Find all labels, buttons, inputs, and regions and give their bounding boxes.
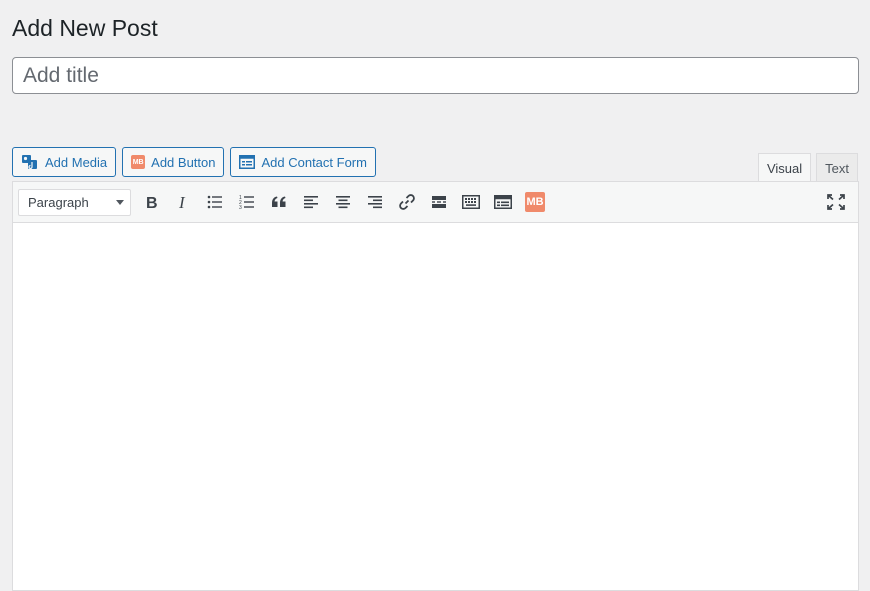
svg-text:3: 3 xyxy=(239,205,242,209)
bulleted-list-icon[interactable] xyxy=(199,188,231,216)
align-left-icon[interactable] xyxy=(295,188,327,216)
mb-badge-icon: MB xyxy=(131,155,146,169)
bold-icon[interactable]: B xyxy=(135,188,167,216)
editor-content-area[interactable] xyxy=(13,223,858,583)
toolbar-toggle-icon[interactable] xyxy=(455,188,487,216)
format-select[interactable]: Paragraph xyxy=(18,188,131,216)
editor: Paragraph B I 1 2 3 MB xyxy=(12,181,859,591)
align-center-icon[interactable] xyxy=(327,188,359,216)
svg-text:B: B xyxy=(146,195,158,210)
link-icon[interactable] xyxy=(391,188,423,216)
add-media-button[interactable]: Add Media xyxy=(12,147,117,177)
tab-visual[interactable]: Visual xyxy=(757,153,812,182)
add-media-icon xyxy=(21,154,39,170)
blockquote-icon[interactable] xyxy=(263,188,295,216)
tab-text[interactable]: Text xyxy=(816,153,858,182)
form-icon[interactable] xyxy=(487,188,519,216)
italic-icon[interactable]: I xyxy=(167,188,199,216)
align-right-icon[interactable] xyxy=(359,188,391,216)
mb-icon-label: MB xyxy=(525,192,545,212)
contact-form-icon xyxy=(239,155,256,169)
page-title: Add New Post xyxy=(12,15,158,41)
add-contact-form-label: Add Contact Form xyxy=(261,154,367,170)
add-button-button[interactable]: MB Add Button xyxy=(122,147,225,177)
post-title-input[interactable] xyxy=(12,57,859,94)
editor-tabs: Visual Text xyxy=(757,153,858,182)
fullscreen-icon[interactable] xyxy=(820,188,852,216)
chevron-down-icon xyxy=(116,199,124,205)
media-buttons: Add Media MB Add Button Add Contact Form xyxy=(12,147,376,177)
add-button-label: Add Button xyxy=(151,154,216,170)
format-select-value: Paragraph xyxy=(28,194,89,210)
editor-toolbar: Paragraph B I 1 2 3 MB xyxy=(13,182,858,223)
add-contact-form-button[interactable]: Add Contact Form xyxy=(230,147,376,177)
numbered-list-icon[interactable]: 1 2 3 xyxy=(231,188,263,216)
add-media-label: Add Media xyxy=(45,154,108,170)
svg-text:I: I xyxy=(178,194,186,210)
mb-icon[interactable]: MB xyxy=(519,188,551,216)
read-more-icon[interactable] xyxy=(423,188,455,216)
